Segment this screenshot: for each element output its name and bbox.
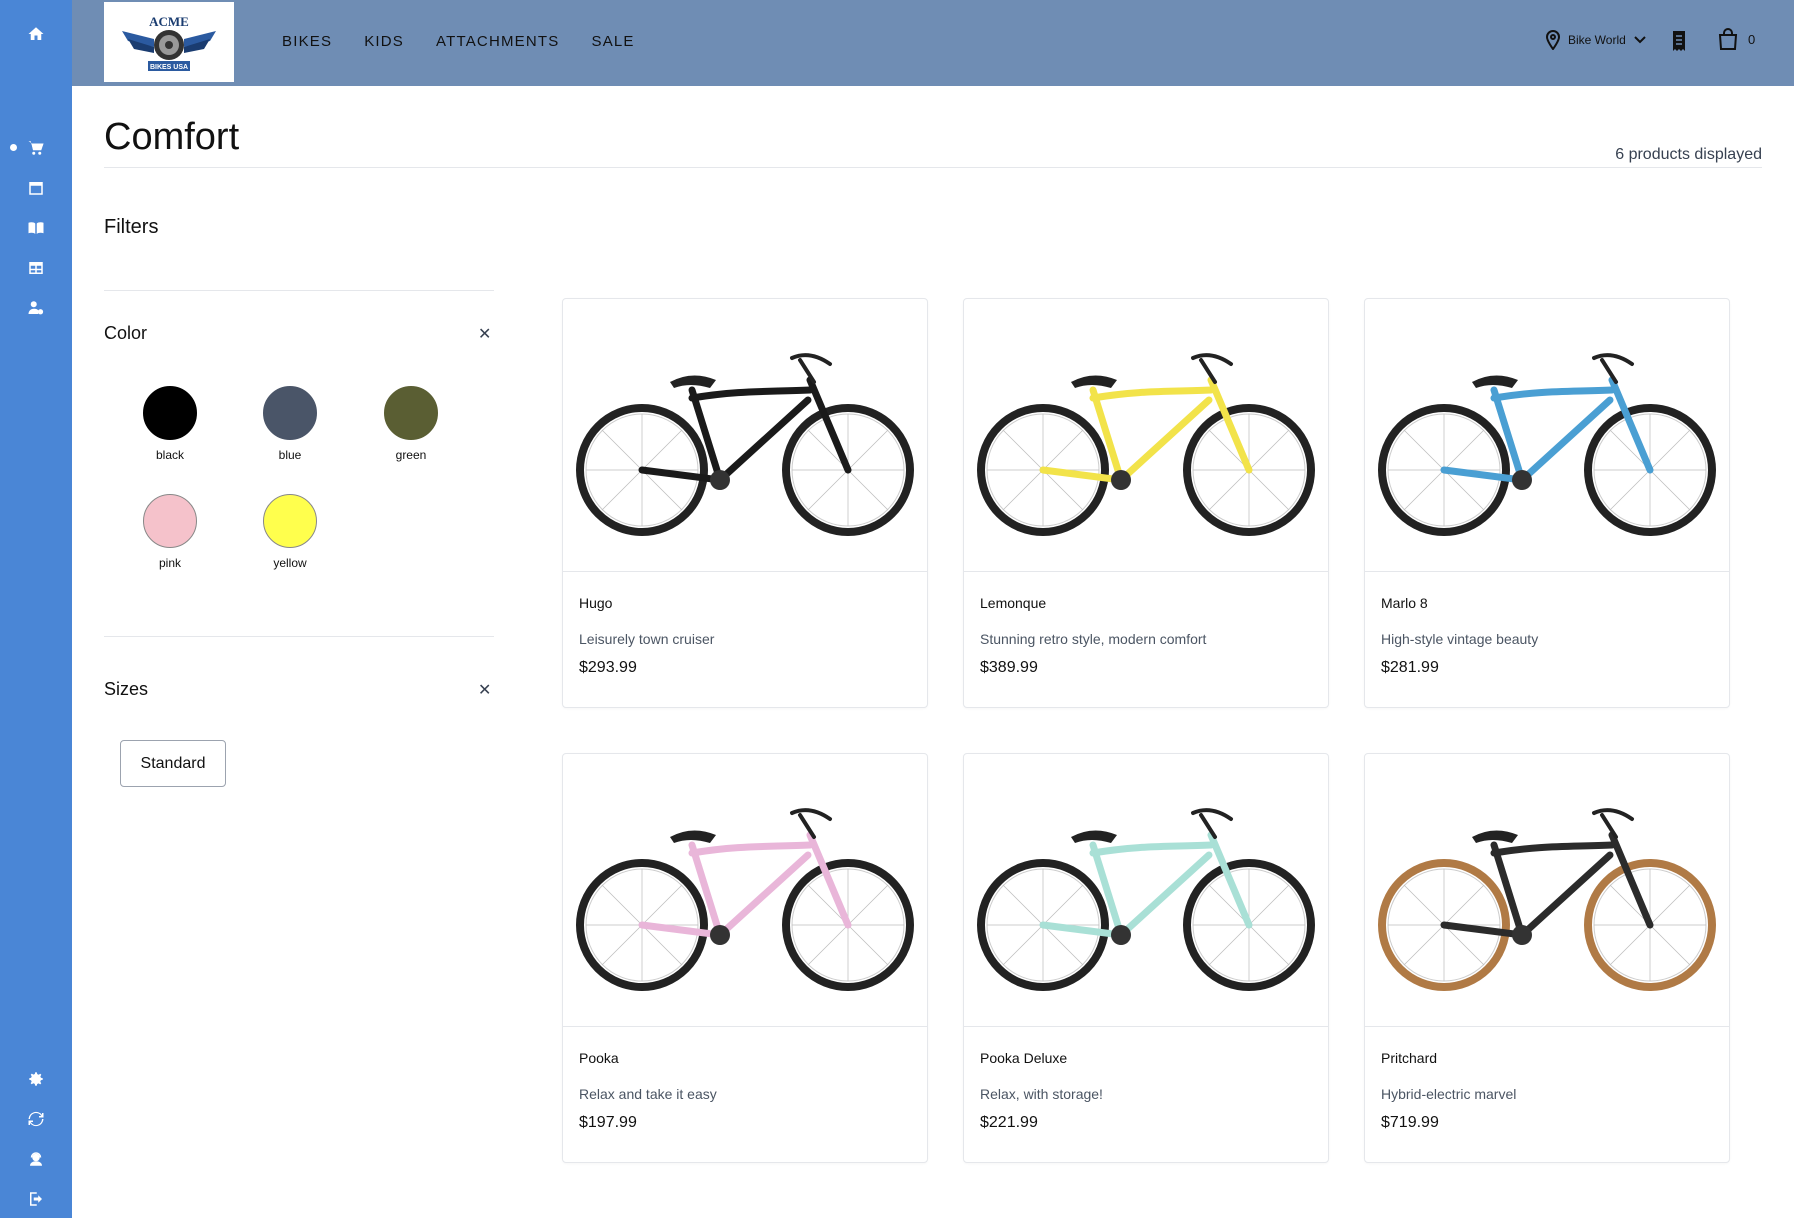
shopping-bag-icon	[1718, 28, 1738, 50]
color-swatch-yellow[interactable]: yellow	[245, 494, 335, 570]
product-name[interactable]: Marlo 8	[1381, 595, 1428, 611]
bike-image	[1378, 808, 1716, 991]
product-image[interactable]	[563, 299, 927, 572]
color-swatch-green[interactable]: green	[366, 386, 456, 462]
product-price: $281.99	[1381, 659, 1439, 676]
product-description: Relax, with storage!	[980, 1086, 1103, 1102]
product-image[interactable]	[563, 754, 927, 1027]
bike-image	[977, 808, 1315, 991]
product-count: 6 products displayed	[1615, 146, 1762, 163]
user-settings-icon[interactable]	[24, 296, 48, 320]
product-card[interactable]: Marlo 8 High-style vintage beauty $281.9…	[1364, 298, 1730, 708]
swatch-label: black	[155, 448, 184, 462]
color-swatch-black[interactable]: black	[125, 386, 215, 462]
swatch-circle	[384, 386, 438, 440]
product-card[interactable]: Pooka Deluxe Relax, with storage! $221.9…	[963, 753, 1329, 1163]
title-divider	[104, 167, 1762, 168]
sidebar	[0, 0, 72, 1218]
home-icon[interactable]	[24, 22, 48, 46]
bike-image	[576, 353, 914, 536]
swatch-circle	[143, 386, 197, 440]
calendar-icon[interactable]	[24, 176, 48, 200]
svg-text:ACME: ACME	[149, 14, 189, 29]
active-indicator	[10, 144, 17, 151]
product-card[interactable]: Hugo Leisurely town cruiser $293.99	[562, 298, 928, 708]
product-name[interactable]: Pooka	[579, 1050, 619, 1066]
acme-logo[interactable]: ACME BIKES USA	[104, 2, 234, 82]
product-description: Stunning retro style, modern comfort	[980, 631, 1207, 647]
store-name: Bike World	[1568, 33, 1626, 47]
swatch-label: blue	[278, 448, 302, 462]
sizes-divider	[104, 636, 494, 637]
filters-heading: Filters	[104, 216, 159, 238]
swatch-circle	[263, 386, 317, 440]
product-description: High-style vintage beauty	[1381, 631, 1539, 647]
clear-color-filter-button[interactable]: ✕	[478, 324, 491, 344]
product-price: $197.99	[579, 1114, 637, 1131]
map-pin-icon	[1546, 30, 1560, 50]
product-name[interactable]: Pritchard	[1381, 1050, 1437, 1066]
gear-icon[interactable]	[24, 1067, 48, 1091]
color-swatch-blue[interactable]: blue	[245, 386, 335, 462]
cart-icon[interactable]	[24, 136, 48, 160]
chevron-down-icon	[1634, 36, 1646, 44]
product-description: Relax and take it easy	[579, 1086, 717, 1102]
product-description: Hybrid-electric marvel	[1381, 1086, 1517, 1102]
product-image[interactable]	[1365, 754, 1729, 1027]
product-price: $221.99	[980, 1114, 1038, 1131]
color-swatch-pink[interactable]: pink	[125, 494, 215, 570]
store-selector[interactable]: Bike World	[1546, 30, 1646, 50]
cart-button[interactable]: 0	[1718, 28, 1755, 50]
product-image[interactable]	[1365, 299, 1729, 572]
table-icon[interactable]	[24, 256, 48, 280]
filters-divider	[104, 290, 494, 291]
logout-icon[interactable]	[24, 1187, 48, 1211]
product-price: $293.99	[579, 659, 637, 676]
top-header: ACME BIKES USA BIKES KIDS ATTACHMENTS SA…	[72, 0, 1794, 86]
swatch-circle	[143, 494, 197, 548]
support-icon[interactable]	[24, 1147, 48, 1171]
swatch-label: green	[395, 448, 427, 462]
nav-bikes[interactable]: BIKES	[282, 33, 332, 50]
product-price: $389.99	[980, 659, 1038, 676]
bike-image	[977, 353, 1315, 536]
sizes-filter-title: Sizes	[104, 679, 149, 699]
main-nav: BIKES KIDS ATTACHMENTS SALE	[282, 33, 635, 50]
nav-sale[interactable]: SALE	[591, 33, 634, 50]
swatch-label: pink	[158, 556, 181, 570]
color-filter-title: Color	[104, 323, 148, 343]
svg-text:BIKES USA: BIKES USA	[150, 64, 188, 71]
product-name[interactable]: Lemonque	[980, 595, 1046, 611]
product-image[interactable]	[964, 754, 1328, 1027]
product-card[interactable]: Lemonque Stunning retro style, modern co…	[963, 298, 1329, 708]
logo-graphic: ACME BIKES USA	[122, 14, 216, 71]
product-name[interactable]: Pooka Deluxe	[980, 1050, 1067, 1066]
product-card[interactable]: Pritchard Hybrid-electric marvel $719.99	[1364, 753, 1730, 1163]
nav-attachments[interactable]: ATTACHMENTS	[436, 33, 559, 50]
product-card[interactable]: Pooka Relax and take it easy $197.99	[562, 753, 928, 1163]
receipt-icon[interactable]	[1672, 30, 1686, 57]
product-price: $719.99	[1381, 1114, 1439, 1131]
bike-image	[1378, 353, 1716, 536]
sync-icon[interactable]	[24, 1107, 48, 1131]
cart-count: 0	[1748, 31, 1756, 47]
product-name[interactable]: Hugo	[579, 595, 612, 611]
book-icon[interactable]	[24, 216, 48, 240]
swatch-label: yellow	[273, 556, 307, 570]
nav-kids[interactable]: KIDS	[364, 33, 404, 50]
bike-image	[576, 808, 914, 991]
size-standard-button[interactable]: Standard	[120, 740, 226, 787]
product-image[interactable]	[964, 299, 1328, 572]
clear-sizes-filter-button[interactable]: ✕	[478, 680, 491, 700]
product-description: Leisurely town cruiser	[579, 631, 715, 647]
swatch-circle	[263, 494, 317, 548]
page-title: Comfort	[104, 116, 240, 158]
